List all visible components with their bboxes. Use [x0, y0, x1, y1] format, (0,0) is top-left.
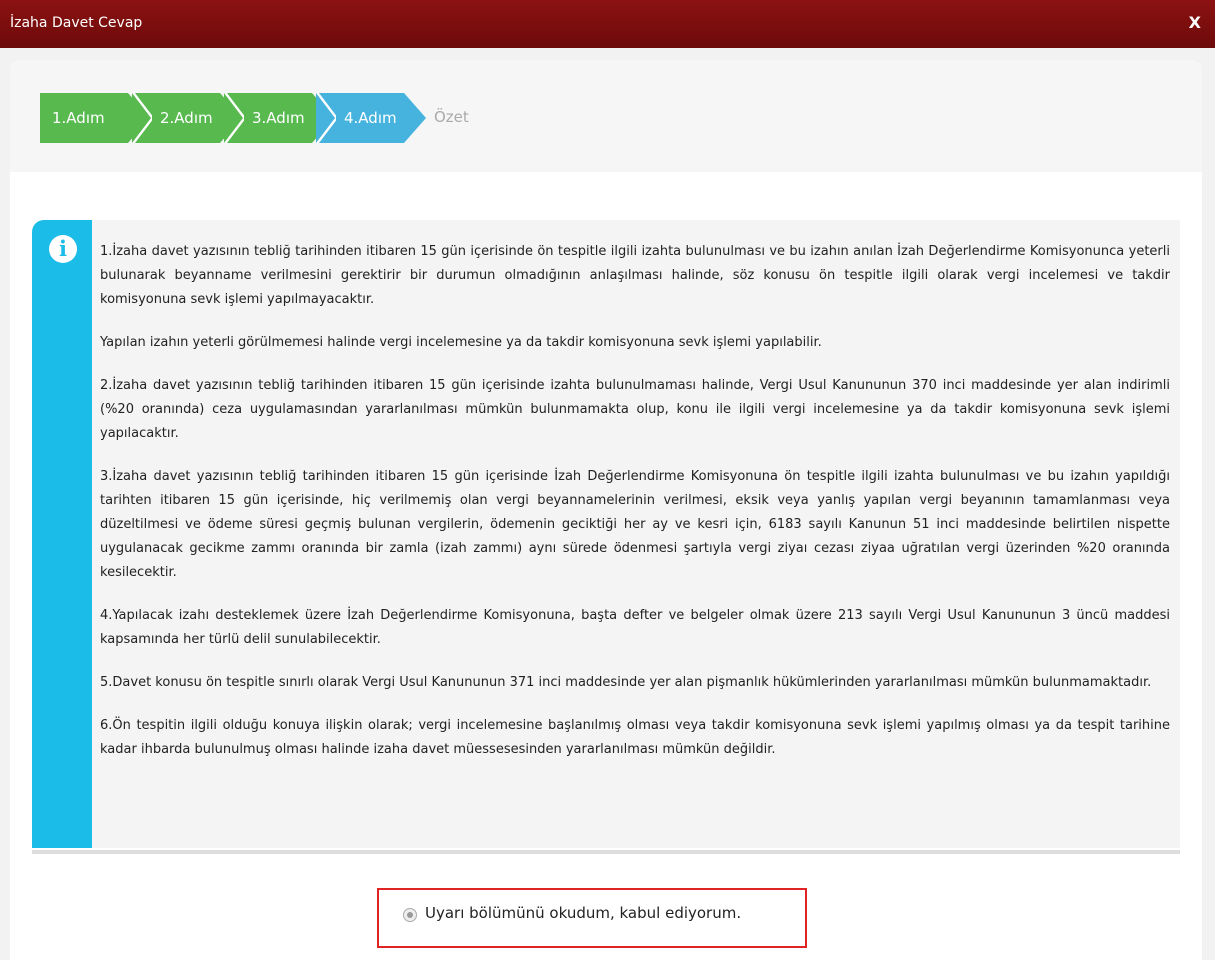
wizard-steps-bar: 1.Adım 2.Adım 3.Adım 4.Adım Özet: [10, 60, 1202, 172]
dialog-title: İzaha Davet Cevap: [10, 15, 143, 31]
info-paragraph: 2.İzaha davet yazısının tebliğ tarihinde…: [100, 378, 1170, 441]
info-text: 1.İzaha davet yazısının tebliğ tarihinde…: [100, 240, 1170, 781]
info-icon: i: [49, 235, 77, 263]
acknowledgement-box: Uyarı bölümünü okudum, kabul ediyorum.: [377, 888, 807, 948]
info-paragraph: 6.Ön tespitin ilgili olduğu konuya ilişk…: [100, 718, 1170, 757]
info-paragraph: 3.İzaha davet yazısının tebliğ tarihinde…: [100, 469, 1170, 580]
info-paragraph: 5.Davet konusu ön tespitle sınırlı olara…: [100, 675, 1152, 690]
divider: [32, 850, 1180, 854]
dialog-titlebar: İzaha Davet Cevap X: [0, 0, 1215, 48]
info-alert: i 1.İzaha davet yazısının tebliğ tarihin…: [32, 220, 1180, 854]
step-label: 1.Adım: [52, 109, 105, 127]
wizard-steps: 1.Adım 2.Adım 3.Adım 4.Adım Özet: [40, 93, 640, 143]
acknowledgement-label[interactable]: Uyarı bölümünü okudum, kabul ediyorum.: [425, 904, 741, 922]
dialog-body: 1.Adım 2.Adım 3.Adım 4.Adım Özet i 1.İza…: [10, 60, 1202, 960]
info-paragraph: Yapılan izahın yeterli görülmemesi halin…: [100, 335, 822, 350]
info-stripe: i: [32, 220, 92, 848]
close-button[interactable]: X: [1189, 13, 1201, 32]
step-label: 4.Adım: [344, 109, 397, 127]
info-paragraph: 1.İzaha davet yazısının tebliğ tarihinde…: [100, 244, 1170, 307]
acknowledgement-radio[interactable]: [403, 908, 417, 922]
info-paragraph: 4.Yapılacak izahı desteklemek üzere İzah…: [100, 608, 1170, 647]
step-label: 2.Adım: [160, 109, 213, 127]
step-summary[interactable]: Özet: [434, 108, 469, 126]
step-4[interactable]: 4.Adım: [316, 93, 426, 143]
step-label: 3.Adım: [252, 109, 305, 127]
